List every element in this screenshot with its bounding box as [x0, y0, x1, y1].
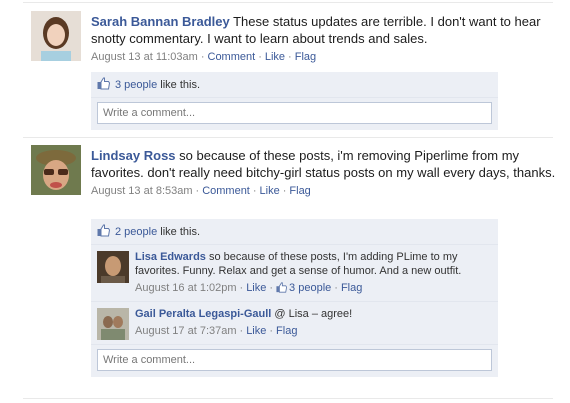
post-body: Lindsay Ross so because of these posts, …	[91, 147, 561, 198]
avatar[interactable]	[31, 145, 81, 195]
post-divider	[23, 398, 553, 399]
comment-link[interactable]: Comment	[202, 185, 250, 197]
comment-meta: August 17 at 7:37am · Like · Flag	[135, 325, 298, 337]
timestamp[interactable]: August 13 at 8:53am	[91, 185, 193, 197]
thumbs-up-icon	[97, 77, 110, 90]
like-link[interactable]: Like	[246, 325, 266, 337]
profile-photo-icon	[97, 308, 129, 340]
timestamp[interactable]: August 17 at 7:37am	[135, 325, 237, 337]
thumbs-up-icon	[97, 224, 110, 237]
comment-author-link[interactable]: Lisa Edwards	[135, 251, 206, 263]
likes-count-link[interactable]: 2 people	[115, 226, 157, 238]
profile-photo-icon	[31, 11, 81, 61]
like-link[interactable]: Like	[246, 282, 266, 294]
comment-item: Lisa Edwards so because of these posts, …	[91, 245, 498, 302]
comment-input[interactable]: Write a comment...	[97, 349, 492, 371]
like-link[interactable]: Like	[260, 185, 280, 197]
author-name-link[interactable]: Lindsay Ross	[91, 148, 176, 163]
post-body: Sarah Bannan Bradley These status update…	[91, 13, 561, 64]
author-name-link[interactable]: Sarah Bannan Bradley	[91, 14, 230, 29]
post-divider	[23, 2, 553, 3]
feedback-panel: 2 people like this. Lisa Edwards so beca…	[91, 219, 498, 377]
likes-summary: 2 people like this.	[91, 219, 498, 245]
comment-link[interactable]: Comment	[208, 51, 256, 63]
post-meta: August 13 at 11:03am · Comment · Like · Flag	[91, 51, 317, 63]
likes-summary: 3 people like this.	[91, 72, 498, 98]
avatar[interactable]	[31, 11, 81, 61]
comment-input[interactable]: Write a comment...	[97, 102, 492, 124]
profile-photo-icon	[97, 251, 129, 283]
profile-photo-icon	[31, 145, 81, 195]
likes-suffix: like this.	[160, 79, 201, 91]
likes-suffix: like this.	[160, 226, 201, 238]
flag-link[interactable]: Flag	[276, 325, 297, 337]
timestamp[interactable]: August 13 at 11:03am	[91, 51, 198, 63]
post-divider	[23, 137, 553, 138]
avatar[interactable]	[97, 251, 129, 283]
thumbs-up-icon	[276, 282, 288, 293]
post-meta: August 13 at 8:53am · Comment · Like · Flag	[91, 185, 311, 197]
comment-author-link[interactable]: Gail Peralta Legaspi-Gaull	[135, 308, 271, 320]
feedback-panel: 3 people like this. Write a comment...	[91, 72, 498, 130]
flag-link[interactable]: Flag	[295, 51, 316, 63]
likes-count-link[interactable]: 3 people	[289, 282, 331, 294]
comment-text: @ Lisa – agree!	[274, 308, 353, 320]
like-link[interactable]: Like	[265, 51, 285, 63]
timestamp[interactable]: August 16 at 1:02pm	[135, 282, 237, 294]
avatar[interactable]	[97, 308, 129, 340]
flag-link[interactable]: Flag	[289, 185, 310, 197]
comment-body: Lisa Edwards so because of these posts, …	[135, 245, 498, 301]
flag-link[interactable]: Flag	[341, 282, 362, 294]
comment-meta: August 16 at 1:02pm · Like · 3 people · Flag	[135, 282, 363, 294]
comment-body: Gail Peralta Legaspi-Gaull @ Lisa – agre…	[135, 302, 498, 344]
likes-count-link[interactable]: 3 people	[115, 79, 157, 91]
comment-item: Gail Peralta Legaspi-Gaull @ Lisa – agre…	[91, 302, 498, 345]
